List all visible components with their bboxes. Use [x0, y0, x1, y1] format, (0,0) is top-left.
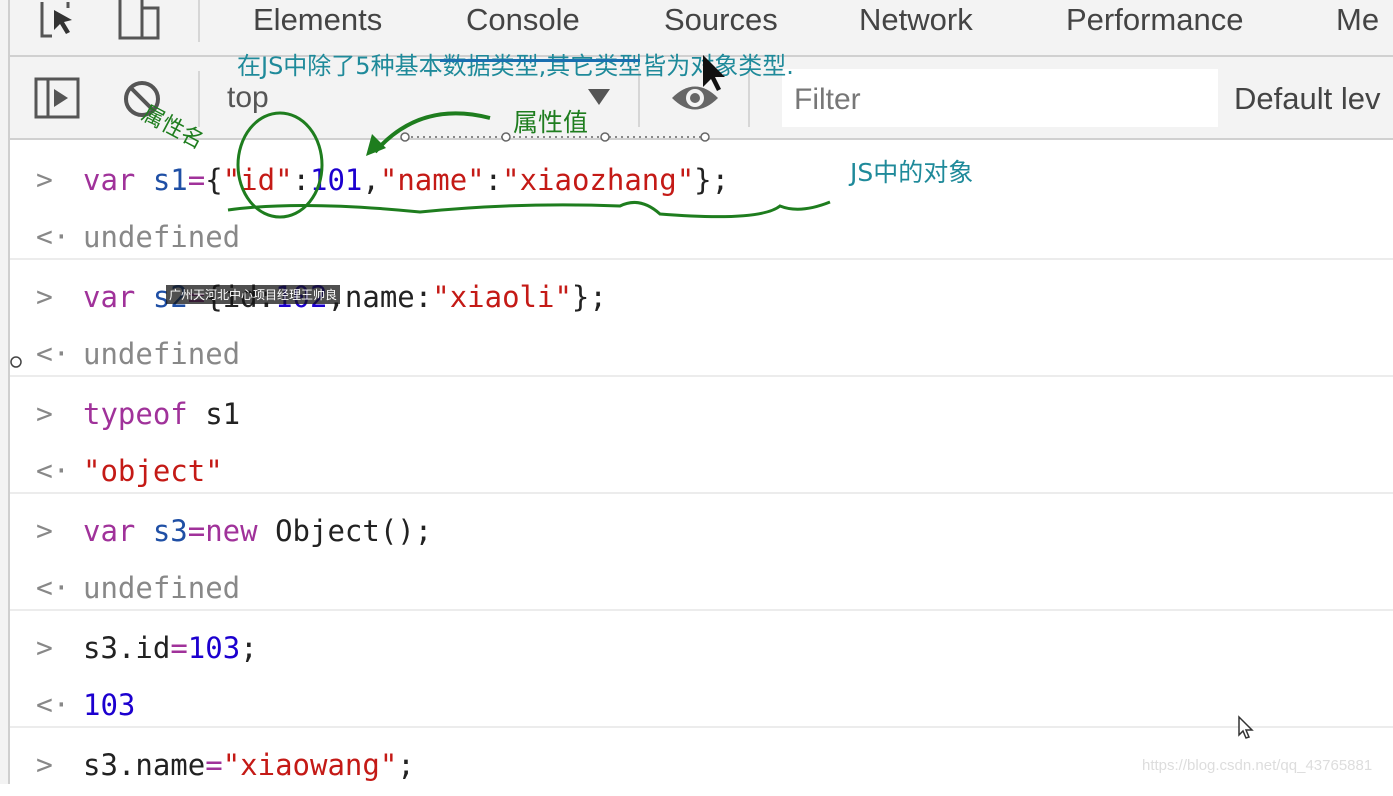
watermark: https://blog.csdn.net/qq_43765881: [1142, 757, 1373, 774]
overlay-caption: 广州天河北中心项目经理王帅良: [166, 285, 341, 304]
annotation-strokes: [10, 55, 1254, 739]
